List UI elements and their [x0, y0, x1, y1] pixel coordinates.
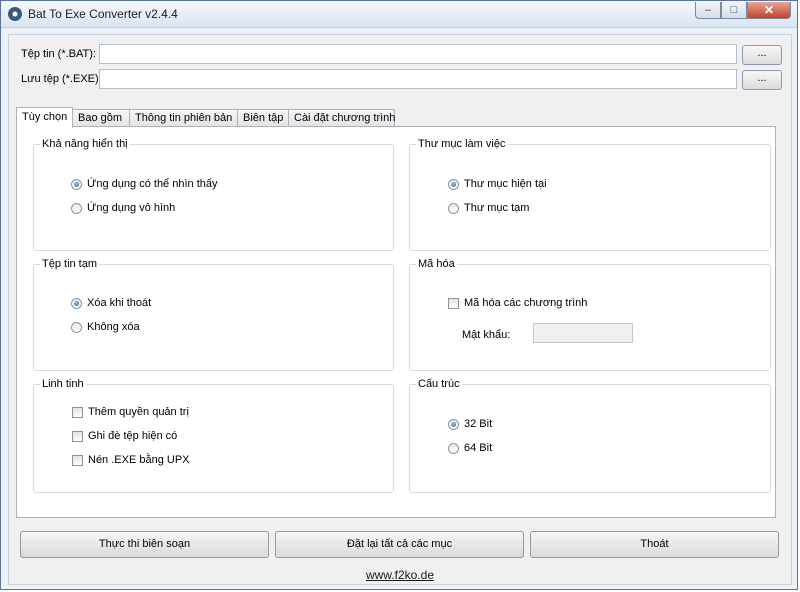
option-label: Ghi đè tệp hiện có	[88, 430, 178, 442]
option-label: Thư mục hiện tại	[464, 178, 547, 190]
maximize-button[interactable]: □	[721, 2, 747, 19]
misc-title: Linh tinh	[40, 378, 86, 391]
main-content: Tệp tin (*.BAT): ... Lưu tệp (*.EXE): ..…	[8, 34, 792, 585]
radio-unselected[interactable]	[448, 442, 459, 454]
minimize-button[interactable]: –	[695, 2, 721, 19]
input-file-field[interactable]	[99, 44, 737, 64]
delete-on-exit-option[interactable]: Xóa khi thoát	[71, 297, 151, 309]
tab-program-settings[interactable]: Cài đặt chương trình	[288, 109, 395, 127]
title-bar[interactable]: Bat To Exe Converter v2.4.4 – □ ✕	[1, 1, 797, 28]
checkbox-unchecked[interactable]	[72, 454, 83, 466]
arch-64-option[interactable]: 64 Bit	[448, 442, 492, 454]
tab-version-info[interactable]: Thông tin phiên bản	[129, 109, 238, 127]
temp-dir-option[interactable]: Thư mục tạm	[448, 202, 529, 214]
current-dir-option[interactable]: Thư mục hiện tại	[448, 178, 547, 190]
encrypt-programs-option[interactable]: Mã hóa các chương trình	[448, 297, 587, 309]
architecture-group: Cấu trúc 32 Bit 64 Bit	[409, 378, 771, 493]
arch-32-option[interactable]: 32 Bit	[448, 418, 492, 430]
invisible-app-option[interactable]: Ứng dụng vô hình	[71, 202, 175, 214]
upx-compress-option[interactable]: Nén .EXE bằng UPX	[72, 454, 190, 466]
option-label: 32 Bit	[464, 418, 493, 430]
option-label: Mã hóa các chương trình	[464, 297, 588, 309]
architecture-title: Cấu trúc	[416, 378, 462, 391]
app-gear-icon	[8, 7, 22, 21]
option-label: Không xóa	[87, 321, 140, 333]
window-title: Bat To Exe Converter v2.4.4	[28, 7, 178, 21]
temp-files-group: Tệp tin tạm Xóa khi thoát Không xóa	[33, 258, 394, 371]
radio-unselected[interactable]	[71, 321, 82, 333]
option-label: Thêm quyền quản trị	[88, 406, 189, 418]
checkbox-unchecked[interactable]	[72, 406, 83, 418]
tab-editor[interactable]: Biên tập	[237, 109, 289, 127]
option-label: Nén .EXE bằng UPX	[88, 454, 190, 466]
radio-selected[interactable]	[71, 178, 82, 190]
option-label: Xóa khi thoát	[87, 297, 152, 309]
encryption-title: Mã hóa	[416, 258, 457, 271]
browse-output-button[interactable]: ...	[742, 70, 782, 90]
working-dir-group: Thư mục làm việc Thư mục hiện tại Thư mụ…	[409, 138, 771, 251]
tab-include[interactable]: Bao gồm	[72, 109, 130, 127]
close-button[interactable]: ✕	[747, 2, 791, 19]
radio-selected[interactable]	[71, 297, 82, 309]
radio-selected[interactable]	[448, 418, 459, 430]
password-label: Mật khẩu:	[462, 329, 511, 341]
visible-app-option[interactable]: Ứng dụng có thể nhìn thấy	[71, 178, 218, 190]
working-dir-title: Thư mục làm việc	[416, 138, 508, 151]
website-link[interactable]: www.f2ko.de	[365, 568, 435, 582]
reset-button[interactable]: Đặt lại tất cả các mục	[275, 531, 524, 558]
option-label: Thư mục tạm	[464, 202, 530, 214]
misc-group: Linh tinh Thêm quyền quản trị Ghi đè tệp…	[33, 378, 394, 493]
radio-unselected[interactable]	[448, 202, 459, 214]
no-delete-option[interactable]: Không xóa	[71, 321, 140, 333]
options-panel: Khả năng hiển thị Ứng dụng có thể nhìn t…	[16, 126, 776, 518]
visibility-group: Khả năng hiển thị Ứng dụng có thể nhìn t…	[33, 138, 394, 251]
password-field[interactable]	[533, 323, 633, 343]
option-label: Ứng dụng vô hình	[87, 202, 176, 214]
browse-input-button[interactable]: ...	[742, 45, 782, 65]
option-label: 64 Bit	[464, 442, 493, 454]
visibility-title: Khả năng hiển thị	[40, 138, 130, 151]
input-file-label: Tệp tin (*.BAT):	[21, 48, 96, 60]
compile-button[interactable]: Thực thi biên soạn	[20, 531, 269, 558]
overwrite-option[interactable]: Ghi đè tệp hiện có	[72, 430, 177, 442]
admin-rights-option[interactable]: Thêm quyền quản trị	[72, 406, 189, 418]
app-window: Bat To Exe Converter v2.4.4 – □ ✕ Tệp ti…	[0, 0, 798, 590]
tab-options[interactable]: Tùy chọn	[16, 107, 73, 128]
temp-files-title: Tệp tin tạm	[40, 258, 100, 271]
output-file-label: Lưu tệp (*.EXE):	[21, 73, 102, 85]
option-label: Ứng dụng có thể nhìn thấy	[87, 178, 218, 190]
encryption-group: Mã hóa Mã hóa các chương trình Mật khẩu:	[409, 258, 771, 371]
exit-button[interactable]: Thoát	[530, 531, 779, 558]
checkbox-unchecked[interactable]	[448, 297, 459, 309]
output-file-field[interactable]	[99, 69, 737, 89]
radio-selected[interactable]	[448, 178, 459, 190]
radio-unselected[interactable]	[71, 202, 82, 214]
checkbox-unchecked[interactable]	[72, 430, 83, 442]
